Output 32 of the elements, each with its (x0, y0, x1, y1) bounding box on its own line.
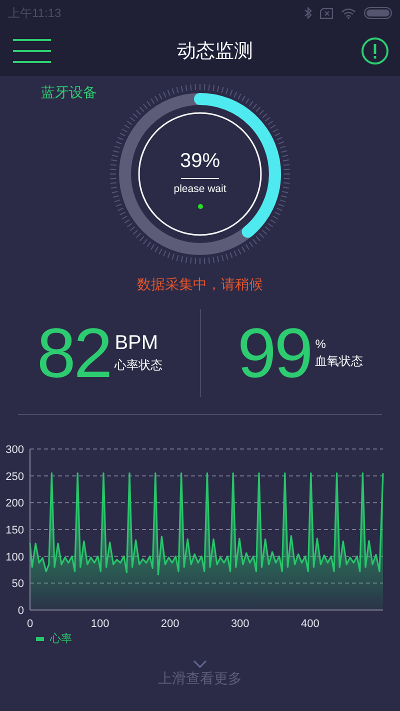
x-tick-label: 400 (300, 618, 320, 629)
stat-label: 心率状态 (114, 357, 163, 374)
y-tick-label: 300 (6, 444, 24, 456)
y-tick-label: 250 (6, 470, 24, 483)
chevron-down-icon (193, 660, 207, 668)
stat-value: 82 (36, 318, 111, 388)
status-dot (198, 204, 202, 209)
battery-icon (364, 7, 392, 19)
y-tick-label: 100 (6, 551, 24, 564)
x-tick-label: 200 (160, 618, 180, 629)
x-tick-label: 100 (90, 618, 110, 629)
y-tick-label: 150 (6, 524, 24, 536)
bluetooth-icon (304, 7, 312, 19)
x-tick-label: 0 (26, 618, 34, 629)
stat-value: 99 (237, 318, 312, 388)
alert-icon[interactable] (361, 37, 389, 65)
screen-title: 动态监测 (177, 39, 253, 64)
y-tick-label: 50 (12, 578, 24, 590)
legend-label: 心率 (50, 631, 72, 646)
menu-icon[interactable] (13, 38, 51, 64)
sim-icon (320, 8, 333, 18)
y-tick-label: 0 (18, 605, 24, 617)
device-label[interactable]: 蓝牙设备 (41, 84, 97, 102)
stat-label: 血氧状态 (315, 352, 364, 370)
stat-unit: % (315, 336, 327, 350)
progress-caption: please wait (174, 183, 226, 195)
progress-percent: 39% (180, 150, 220, 172)
y-tick-label: 200 (6, 498, 24, 510)
wifi-icon (341, 8, 356, 18)
x-tick-label: 300 (230, 618, 250, 629)
stat-unit: BPM (114, 332, 160, 355)
status-message: 数据采集中，请稍候 (136, 276, 264, 294)
